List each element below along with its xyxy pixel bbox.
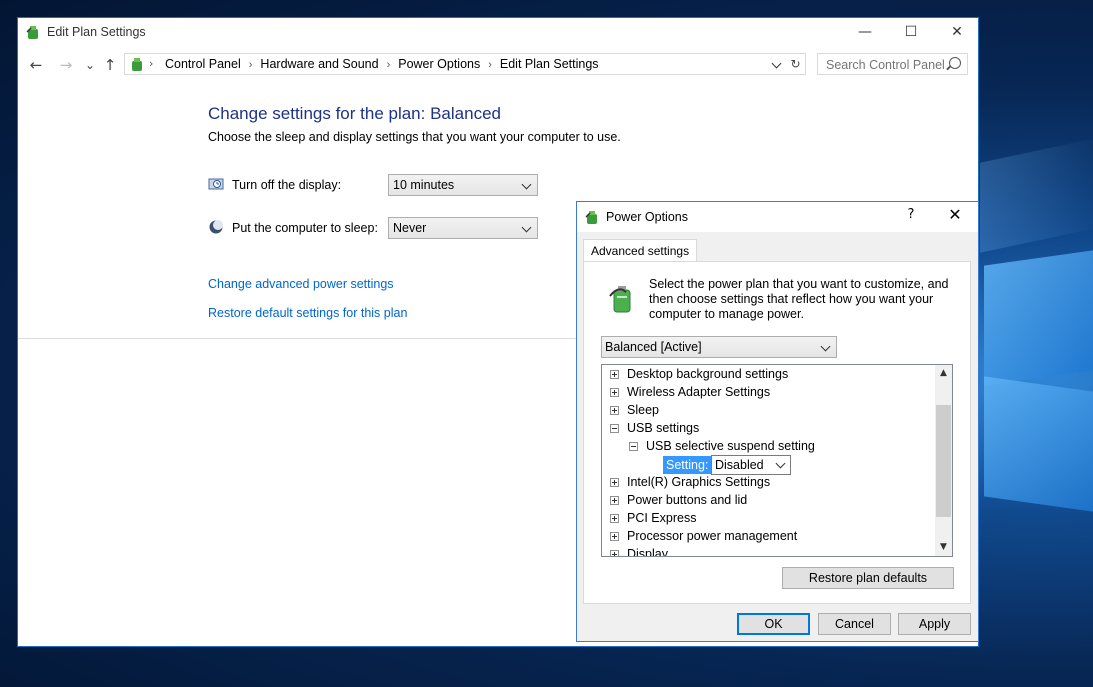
- advanced-settings-panel: Select the power plan that you want to c…: [583, 261, 971, 604]
- expand-icon[interactable]: [610, 388, 619, 397]
- breadcrumb-chevron-icon: ›: [149, 57, 154, 70]
- display-timeout-label: Turn off the display:: [232, 178, 342, 192]
- ok-button[interactable]: OK: [737, 613, 810, 635]
- dialog-close-button[interactable]: ✕: [943, 205, 967, 224]
- dialog-title: Power Options: [606, 210, 688, 224]
- chevron-down-icon: [521, 179, 532, 190]
- breadcrumb-control-panel[interactable]: Control Panel: [165, 57, 241, 71]
- tree-item-label: Processor power management: [627, 529, 798, 543]
- address-bar[interactable]: › Control Panel › Hardware and Sound › Power…: [124, 53, 806, 75]
- usb-suspend-setting-select[interactable]: Disabled: [711, 455, 791, 475]
- cancel-button[interactable]: Cancel: [818, 613, 891, 635]
- restore-default-settings-link[interactable]: Restore default settings for this plan: [208, 306, 407, 320]
- setting-value: Disabled: [715, 458, 764, 472]
- power-plan-select[interactable]: Balanced [Active]: [601, 336, 837, 358]
- chevron-down-icon: [521, 222, 532, 233]
- collapse-icon[interactable]: [629, 442, 638, 451]
- setting-label: Setting:: [663, 456, 712, 474]
- expand-icon[interactable]: [610, 406, 619, 415]
- search-input[interactable]: [824, 55, 948, 75]
- power-options-icon: [585, 211, 597, 224]
- battery-plug-icon: [609, 286, 631, 313]
- forward-button[interactable]: →: [56, 55, 76, 75]
- sleep-timeout-value: Never: [393, 221, 427, 235]
- tree-item-label: USB settings: [627, 421, 700, 435]
- title-bar[interactable]: Edit Plan Settings — ☐ ✕: [18, 18, 978, 48]
- tree-item-label: Desktop background settings: [627, 367, 789, 381]
- sleep-moon-icon: [209, 220, 223, 234]
- apply-button[interactable]: Apply: [898, 613, 971, 635]
- tree-scrollbar[interactable]: ▲ ▼: [935, 365, 952, 556]
- power-plan-value: Balanced [Active]: [605, 340, 702, 354]
- minimize-button[interactable]: —: [842, 18, 888, 48]
- close-button[interactable]: ✕: [934, 18, 980, 48]
- search-box[interactable]: [817, 53, 968, 75]
- breadcrumb: Control Panel › Hardware and Sound › Power O…: [165, 57, 599, 71]
- display-icon: [208, 178, 224, 190]
- tree-item-label: PCI Express: [627, 511, 697, 525]
- expand-icon[interactable]: [610, 478, 619, 487]
- dialog-intro-text: Select the power plan that you want to c…: [649, 277, 949, 321]
- expand-icon[interactable]: [610, 532, 619, 541]
- back-button[interactable]: ←: [26, 55, 46, 75]
- windows-logo-pane: [984, 250, 1093, 386]
- sleep-timeout-select[interactable]: Never: [388, 217, 538, 239]
- power-options-dialog: Power Options ? ✕ Advanced settings Sele…: [576, 201, 979, 642]
- page-subtitle: Choose the sleep and display settings th…: [208, 130, 621, 144]
- windows-logo-pane: [984, 376, 1093, 512]
- power-options-icon: [26, 26, 38, 39]
- collapse-icon[interactable]: [610, 424, 619, 433]
- up-button[interactable]: ↑: [100, 55, 120, 75]
- display-timeout-value: 10 minutes: [393, 178, 455, 192]
- tree-item-label: Display: [627, 547, 668, 557]
- expand-icon[interactable]: [610, 496, 619, 505]
- breadcrumb-chevron-icon[interactable]: ›: [249, 59, 253, 71]
- chevron-down-icon: [820, 341, 831, 352]
- tree-item-label: Wireless Adapter Settings: [627, 385, 771, 399]
- help-button[interactable]: ?: [901, 207, 921, 222]
- address-row: ← → ⌄ ↑ › Control Panel › Hardware and Sou…: [18, 53, 978, 77]
- tree-item-label: Sleep: [627, 403, 659, 417]
- refresh-button[interactable]: ↻: [786, 53, 806, 75]
- page-title: Change settings for the plan: Balanced: [208, 104, 501, 123]
- scroll-up-icon[interactable]: ▲: [935, 365, 952, 382]
- scroll-thumb[interactable]: [936, 405, 951, 517]
- dialog-title-bar[interactable]: Power Options ? ✕: [577, 202, 978, 232]
- search-icon[interactable]: [949, 57, 961, 69]
- settings-tree[interactable]: Desktop background settings Wireless Ada…: [601, 364, 953, 557]
- window-title: Edit Plan Settings: [47, 25, 146, 39]
- tree-item-label: Power buttons and lid: [627, 493, 748, 507]
- change-advanced-power-settings-link[interactable]: Change advanced power settings: [208, 277, 394, 291]
- maximize-button[interactable]: ☐: [888, 18, 934, 48]
- wallpaper-light-beam: [980, 137, 1093, 253]
- tree-item-label: Intel(R) Graphics Settings: [627, 475, 771, 489]
- address-dropdown-icon[interactable]: [771, 58, 782, 69]
- restore-plan-defaults-button[interactable]: Restore plan defaults: [782, 567, 954, 589]
- recent-locations-button[interactable]: ⌄: [80, 55, 100, 75]
- breadcrumb-chevron-icon[interactable]: ›: [488, 59, 492, 71]
- breadcrumb-edit-plan-settings[interactable]: Edit Plan Settings: [500, 57, 599, 71]
- tab-advanced-settings[interactable]: Advanced settings: [583, 239, 698, 262]
- chevron-down-icon: [775, 458, 786, 469]
- breadcrumb-hardware-and-sound[interactable]: Hardware and Sound: [260, 57, 378, 71]
- scroll-down-icon[interactable]: ▼: [935, 539, 952, 556]
- sleep-timeout-label: Put the computer to sleep:: [232, 221, 378, 235]
- expand-icon[interactable]: [610, 550, 619, 556]
- expand-icon[interactable]: [610, 370, 619, 379]
- expand-icon[interactable]: [610, 514, 619, 523]
- breadcrumb-power-options[interactable]: Power Options: [398, 57, 480, 71]
- breadcrumb-chevron-icon[interactable]: ›: [387, 59, 391, 71]
- tree-item-label: USB selective suspend setting: [646, 439, 815, 453]
- control-panel-icon: [132, 58, 142, 71]
- display-timeout-select[interactable]: 10 minutes: [388, 174, 538, 196]
